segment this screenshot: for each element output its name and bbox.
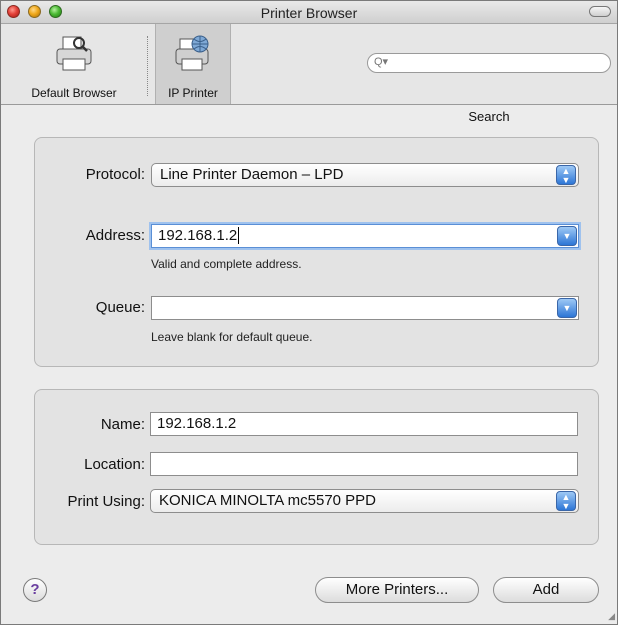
queue-chevron-down-icon[interactable]: ▼	[557, 298, 577, 318]
protocol-value: Line Printer Daemon – LPD	[160, 166, 344, 183]
address-combobox[interactable]: 192.168.1.2 ▼	[151, 224, 579, 248]
default-browser-tool[interactable]: Default Browser	[1, 24, 147, 104]
print-using-popup[interactable]: KONICA MINOLTA mc5570 PPD ▲ ▼	[150, 489, 579, 513]
toolbar: Default Browser IP Printer Q▾ Search	[1, 24, 617, 124]
default-browser-printer-icon	[54, 34, 94, 79]
search-icon: Q▾	[374, 56, 389, 68]
address-label: Address:	[85, 227, 145, 244]
print-using-label: Print Using:	[67, 493, 145, 510]
help-button[interactable]: ?	[23, 578, 47, 602]
more-printers-button[interactable]: More Printers...	[315, 577, 479, 603]
title-bar: Printer Browser	[1, 1, 617, 24]
window-title: Printer Browser	[260, 5, 358, 21]
resize-grip-icon[interactable]: ◢	[608, 611, 615, 622]
queue-label: Queue:	[95, 299, 145, 316]
print-using-value: KONICA MINOLTA mc5570 PPD	[159, 492, 377, 509]
name-field[interactable]: 192.168.1.2	[150, 412, 578, 436]
protocol-label: Protocol:	[85, 166, 145, 183]
add-button[interactable]: Add	[493, 577, 599, 603]
print-using-updown-icon: ▲ ▼	[556, 491, 576, 511]
updown-arrows-icon: ▲ ▼	[556, 165, 576, 185]
ip-printer-label: IP Printer	[168, 86, 218, 100]
queue-combobox[interactable]: ▼	[151, 296, 579, 320]
name-label: Name:	[100, 416, 145, 433]
toolbar-separator	[147, 36, 148, 96]
default-browser-label: Default Browser	[31, 86, 117, 100]
address-input[interactable]: 192.168.1.2	[158, 227, 237, 244]
toolbar-toggle-button[interactable]	[589, 6, 611, 17]
chevron-down-icon[interactable]: ▼	[557, 226, 577, 246]
details-group: Name: 192.168.1.2 Location: Print Using:…	[34, 389, 599, 545]
name-input[interactable]: 192.168.1.2	[157, 415, 236, 432]
location-label: Location:	[84, 456, 145, 473]
ip-printer-tool[interactable]: IP Printer	[155, 24, 231, 104]
search-label: Search	[468, 109, 510, 124]
connection-group: Protocol: Line Printer Daemon – LPD ▲ ▼ A…	[34, 137, 599, 367]
location-field[interactable]	[150, 452, 578, 476]
ip-printer-globe-icon	[173, 34, 213, 79]
address-hint: Valid and complete address.	[151, 257, 302, 271]
search-field[interactable]: Q▾	[367, 53, 611, 73]
printer-browser-window: Printer Browser Default Browser IP Print…	[0, 0, 618, 625]
protocol-popup[interactable]: Line Printer Daemon – LPD ▲ ▼	[151, 163, 579, 187]
queue-hint: Leave blank for default queue.	[151, 330, 313, 344]
